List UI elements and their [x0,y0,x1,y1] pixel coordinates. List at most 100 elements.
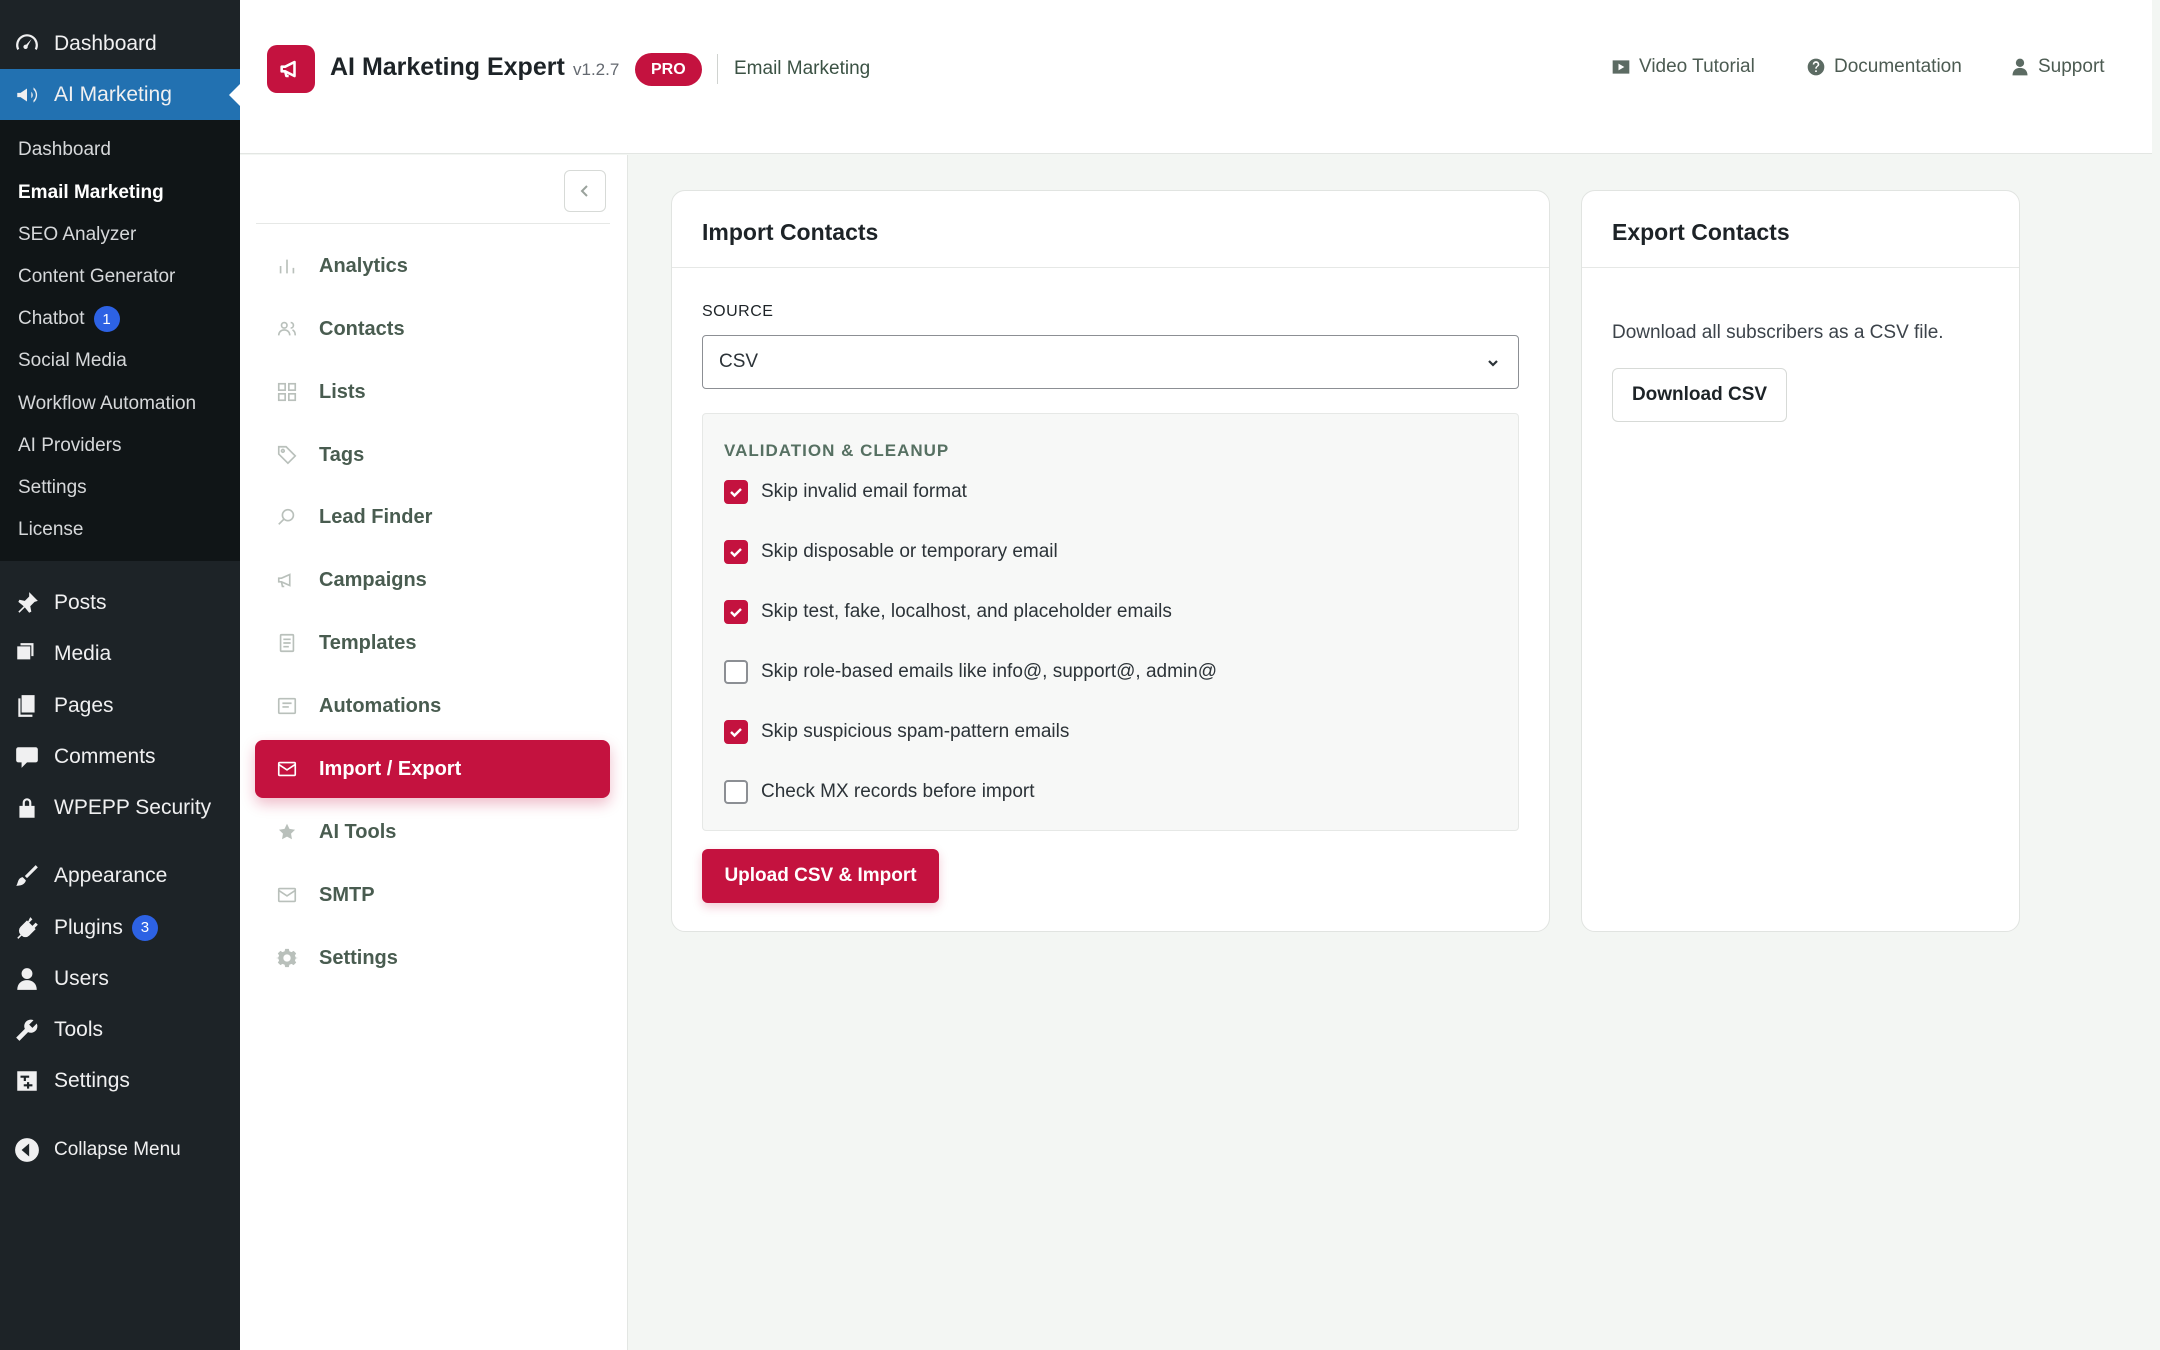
wp-sub-label: Settings [18,477,87,498]
wp-sub-label: Content Generator [18,266,176,287]
video-icon [1612,60,1630,74]
option-skip-spam-pattern[interactable]: Skip suspicious spam-pattern emails [724,720,1069,744]
wp-menu-users[interactable]: Users [0,953,240,1004]
brush-icon [14,863,40,889]
wp-menu-label: Dashboard [54,31,157,55]
wp-sub-chatbot[interactable]: Chatbot 1 [18,303,120,335]
wp-menu-security[interactable]: WPEPP Security [0,782,240,833]
option-label: Skip invalid email format [761,481,967,502]
checkbox-checked[interactable] [724,540,748,564]
wp-menu-plugins[interactable]: Plugins 3 [0,902,240,953]
wp-sub-license[interactable]: License [18,514,84,546]
option-skip-test-fake[interactable]: Skip test, fake, localhost, and placehol… [724,600,1172,624]
wrench-icon [14,1017,40,1043]
wp-collapse-menu[interactable]: Collapse Menu [0,1124,240,1175]
wp-sub-label: SEO Analyzer [18,224,137,245]
nav-item-label: AI Tools [319,820,397,843]
nav-item-label: Automations [319,694,442,717]
megaphone-icon [276,569,298,591]
nav-item-lists[interactable]: Lists [255,363,610,421]
source-label: SOURCE [702,303,774,320]
nav-item-settings[interactable]: Settings [255,929,610,987]
envelope-icon [276,884,298,906]
wp-menu-label: Media [54,641,112,665]
nav-item-lead-finder[interactable]: Lead Finder [255,488,610,546]
wp-sub-social-media[interactable]: Social Media [18,345,127,377]
wp-menu-label: Pages [54,693,114,717]
plugin-header: AI Marketing Expert v1.2.7 PRO Email Mar… [240,0,2152,154]
checkbox-checked[interactable] [724,720,748,744]
card-title: Import Contacts [702,219,879,245]
wp-sub-seo-analyzer[interactable]: SEO Analyzer [18,219,136,251]
nav-item-campaigns[interactable]: Campaigns [255,551,610,609]
pro-badge: PRO [635,53,702,86]
nav-item-automations[interactable]: Automations [255,677,610,735]
header-link-label: Support [2038,56,2105,77]
nav-item-tags[interactable]: Tags [255,426,610,484]
wp-menu-label: Users [54,966,109,990]
wp-sub-email-marketing[interactable]: Email Marketing [18,177,164,209]
nav-item-label: Lists [319,380,366,403]
wp-sub-settings[interactable]: Settings [18,472,87,504]
user-icon [14,966,40,992]
option-skip-invalid-format[interactable]: Skip invalid email format [724,480,967,504]
wp-sub-label: License [18,519,84,540]
checkbox-unchecked[interactable] [724,780,748,804]
checkbox-unchecked[interactable] [724,660,748,684]
check-icon [730,548,742,558]
header-link-label: Documentation [1834,56,1962,77]
export-contacts-card: Export Contacts Download all subscribers… [1581,190,2020,932]
wp-sub-label: Email Marketing [18,182,164,203]
wp-sub-content-generator[interactable]: Content Generator [18,261,175,293]
support-link[interactable]: Support [2010,56,2105,78]
wp-menu-label: Comments [54,744,156,768]
wp-menu-appearance[interactable]: Appearance [0,850,240,901]
card-title: Export Contacts [1612,219,1790,245]
media-icon [14,641,40,667]
users-icon [276,318,298,340]
nav-item-ai-tools[interactable]: AI Tools [255,803,610,861]
documentation-link[interactable]: Documentation [1806,56,1962,78]
wp-submenu: Dashboard Email Marketing SEO Analyzer C… [0,120,240,561]
wp-menu-posts[interactable]: Posts [0,577,240,628]
nav-item-label: Contacts [319,317,405,340]
wp-sub-workflow-automation[interactable]: Workflow Automation [18,388,196,420]
validation-panel: VALIDATION & CLEANUP Skip invalid email … [702,413,1519,831]
option-skip-role-based[interactable]: Skip role-based emails like info@, suppo… [724,660,1217,684]
upload-csv-import-button[interactable]: Upload CSV & Import [702,849,939,903]
collapse-nav-button[interactable] [564,170,606,212]
download-csv-button[interactable]: Download CSV [1612,368,1787,422]
nav-item-templates[interactable]: Templates [255,614,610,672]
wp-menu-dashboard[interactable]: Dashboard [0,18,240,69]
option-label: Check MX records before import [761,781,1035,802]
video-tutorial-link[interactable]: Video Tutorial [1611,56,1755,78]
wp-sub-dashboard[interactable]: Dashboard [18,134,111,166]
nav-item-analytics[interactable]: Analytics [255,237,610,295]
card-divider [672,267,1549,268]
nav-item-contacts[interactable]: Contacts [255,300,610,358]
wp-menu-ai-marketing[interactable]: AI Marketing [0,69,240,120]
checkbox-checked[interactable] [724,600,748,624]
wp-menu-settings[interactable]: Settings [0,1055,240,1106]
source-select[interactable]: CSV [702,335,1519,389]
wp-menu-tools[interactable]: Tools [0,1004,240,1055]
checkbox-checked[interactable] [724,480,748,504]
option-check-mx-records[interactable]: Check MX records before import [724,780,1035,804]
wp-sub-ai-providers[interactable]: AI Providers [18,430,121,462]
nav-item-smtp[interactable]: SMTP [255,866,610,924]
section-title: Email Marketing [734,58,871,79]
nav-item-label: Templates [319,631,417,654]
wp-menu-label: AI Marketing [54,82,172,106]
option-label: Skip test, fake, localhost, and placehol… [761,601,1172,622]
wp-menu-pages[interactable]: Pages [0,680,240,731]
document-icon [276,632,298,654]
wp-menu-comments[interactable]: Comments [0,731,240,782]
nav-item-label: Tags [319,443,365,466]
wp-menu-media[interactable]: Media [0,628,240,679]
grid-icon [276,381,298,403]
card-divider [1582,267,2019,268]
export-description: Download all subscribers as a CSV file. [1612,322,1944,343]
option-skip-disposable[interactable]: Skip disposable or temporary email [724,540,1058,564]
nav-item-import-export[interactable]: Import / Export [255,740,610,798]
wp-admin-sidebar: Dashboard AI Marketing Dashboard Email M… [0,0,240,1350]
